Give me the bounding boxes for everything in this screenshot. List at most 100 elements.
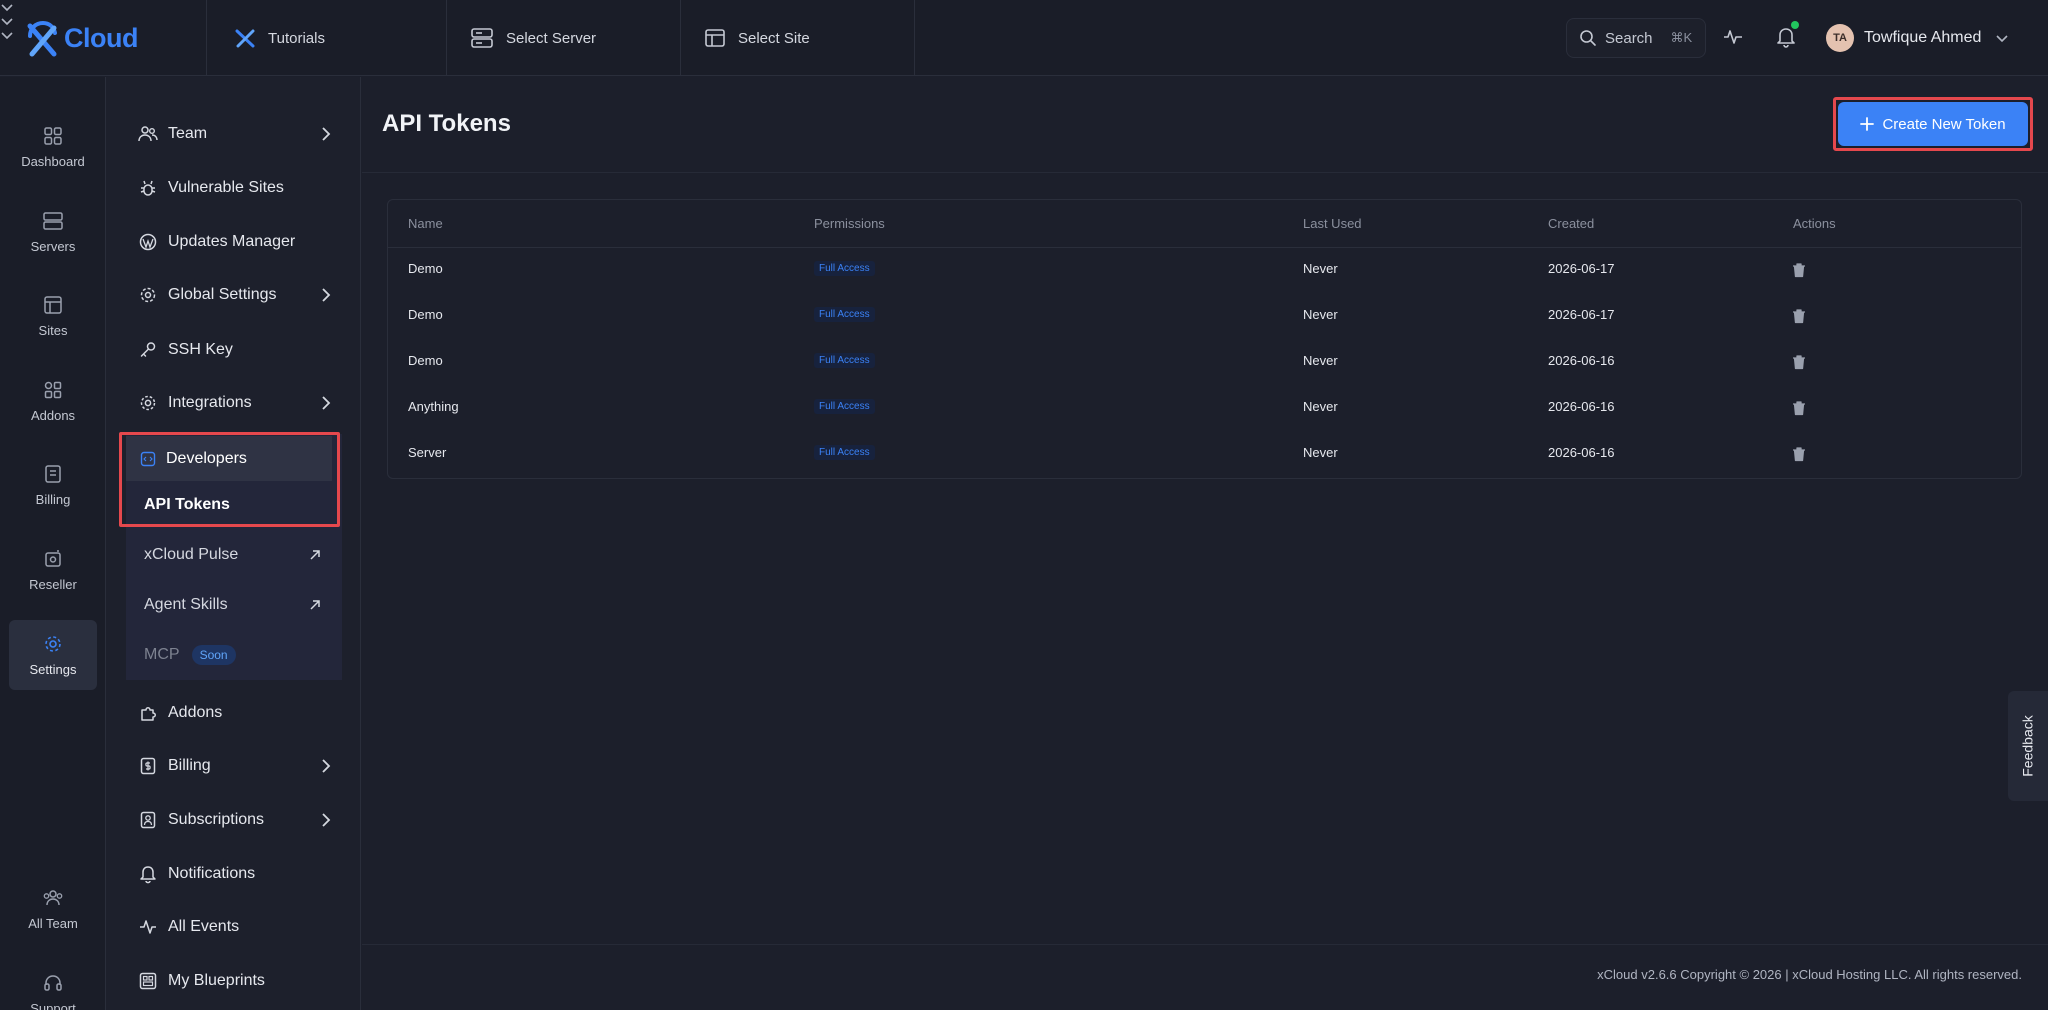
rail-item-settings[interactable]: Settings <box>9 620 97 690</box>
sidebar-item-label: Notifications <box>168 865 256 882</box>
user-name: Towfique Ahmed <box>1864 29 1982 46</box>
topbar-divider <box>206 0 207 76</box>
sidebar-subitem-label: xCloud Pulse <box>144 546 239 563</box>
token-name: Demo <box>408 261 443 276</box>
token-last-used: Never <box>1303 307 1338 322</box>
api-tokens-table: Name Permissions Last Used Created Actio… <box>387 199 2022 479</box>
token-last-used: Never <box>1303 399 1338 414</box>
footer-divider <box>362 944 2048 945</box>
chevron-right-icon <box>322 396 331 410</box>
search-button[interactable]: Search ⌘K <box>1566 18 1706 58</box>
notification-dot <box>1791 21 1799 29</box>
server-selector[interactable]: Select Server <box>470 22 670 54</box>
workspace-selector[interactable]: Tutorials <box>234 22 434 54</box>
sidebar-item-label: Subscriptions <box>168 811 265 828</box>
rail-item-servers[interactable]: Servers <box>9 197 97 267</box>
soon-badge: Soon <box>191 645 236 665</box>
sidebar-item-label: Team <box>168 125 208 142</box>
permission-badge: Full Access <box>814 307 875 322</box>
token-name: Anything <box>408 399 459 414</box>
blueprint-icon <box>138 971 158 991</box>
token-name: Demo <box>408 307 443 322</box>
rail-item-reseller[interactable]: Reseller <box>9 535 97 605</box>
sidebar-item-label: Addons <box>168 704 223 721</box>
rail-label: Support <box>30 1000 76 1010</box>
developers-highlight-outline <box>119 432 340 527</box>
rail-item-dashboard[interactable]: Dashboard <box>9 112 97 182</box>
activity-button[interactable] <box>1722 26 1744 48</box>
search-label: Search <box>1605 29 1653 47</box>
site-selector[interactable]: Select Site <box>704 22 904 54</box>
token-last-used: Never <box>1303 261 1338 276</box>
addons-icon <box>44 381 62 398</box>
delete-token-button[interactable] <box>1792 446 1806 462</box>
sidebar-item-label: Vulnerable Sites <box>168 179 284 196</box>
column-header-actions: Actions <box>1793 216 1836 231</box>
topbar-divider <box>446 0 447 76</box>
site-selector-label: Select Site <box>738 29 810 47</box>
bell-icon <box>138 864 158 884</box>
server-selector-label: Select Server <box>506 29 597 47</box>
chevron-right-icon <box>322 288 331 302</box>
rail-item-all-team[interactable]: All Team <box>9 874 97 944</box>
token-created-date: 2026-06-17 <box>1548 261 1615 276</box>
wordpress-icon <box>138 232 158 252</box>
page-title: API Tokens <box>382 110 511 137</box>
user-menu[interactable]: TA Towfique Ahmed <box>1826 24 2009 52</box>
billing-icon <box>45 464 61 483</box>
search-shortcut: ⌘K <box>1670 30 1693 45</box>
topbar-divider <box>680 0 681 76</box>
table-row: Demo Full Access Never 2026-06-17 <box>388 292 2021 338</box>
chevron-down-icon <box>1996 35 2008 43</box>
brand-logo[interactable]: Cloud <box>24 18 138 58</box>
team-icon <box>43 889 63 905</box>
sidebar-item-label: SSH Key <box>168 341 233 358</box>
server-icon <box>471 28 493 48</box>
rail-item-sites[interactable]: Sites <box>9 281 97 351</box>
delete-token-button[interactable] <box>1792 308 1806 324</box>
token-created-date: 2026-06-16 <box>1548 399 1615 414</box>
chevron-down-icon <box>1 32 13 40</box>
rail-item-addons[interactable]: Addons <box>9 366 97 436</box>
pulse-icon <box>138 917 158 937</box>
chevron-down-icon <box>1 4 13 12</box>
delete-token-button[interactable] <box>1792 354 1806 370</box>
delete-token-button[interactable] <box>1792 400 1806 416</box>
app-window: Cloud Tutorials Select Server Select Sit… <box>0 0 2048 1010</box>
team-icon <box>138 124 158 144</box>
server-icon <box>43 211 63 230</box>
sidebar-item-label: Updates Manager <box>168 233 296 250</box>
puzzle-icon <box>138 703 158 723</box>
gear-icon <box>138 393 158 413</box>
rail-item-billing[interactable]: Billing <box>9 450 97 520</box>
table-row: Demo Full Access Never 2026-06-17 <box>388 246 2021 292</box>
rail-label: Servers <box>30 238 76 254</box>
primary-nav-rail: Dashboard Servers Sites Addons Billing R… <box>0 77 106 1010</box>
dashboard-icon <box>44 126 62 145</box>
delete-token-button[interactable] <box>1792 262 1806 278</box>
permission-badge: Full Access <box>814 399 875 414</box>
rail-label: Settings <box>29 661 77 677</box>
rail-label: Reseller <box>29 576 77 592</box>
avatar: TA <box>1826 24 1854 52</box>
rail-item-support[interactable]: Support <box>9 959 97 1010</box>
permission-badge: Full Access <box>814 261 875 276</box>
chevron-down-icon <box>1 18 13 26</box>
table-row: Server Full Access Never 2026-06-16 <box>388 430 2021 476</box>
bug-icon <box>138 178 158 198</box>
gear-icon <box>45 635 61 652</box>
sidebar-subitem-label: Agent Skills <box>144 596 228 613</box>
sidebar-subitem-xcloud-pulse[interactable]: xCloud Pulse <box>144 535 334 575</box>
column-header-name: Name <box>408 216 443 231</box>
sidebar-item-label: Global Settings <box>168 286 277 303</box>
xcloud-icon <box>235 29 255 48</box>
feedback-tab[interactable]: Feedback <box>2008 691 2048 801</box>
token-created-date: 2026-06-16 <box>1548 445 1615 460</box>
rail-label: All Team <box>28 915 78 931</box>
sidebar-subitem-agent-skills[interactable]: Agent Skills <box>144 585 334 625</box>
search-icon <box>1580 30 1596 46</box>
rail-label: Dashboard <box>21 153 85 169</box>
workspace-selector-label: Tutorials <box>268 29 325 47</box>
sidebar-item-label: Integrations <box>168 394 252 411</box>
sidebar-item-label: My Blueprints <box>168 972 265 989</box>
